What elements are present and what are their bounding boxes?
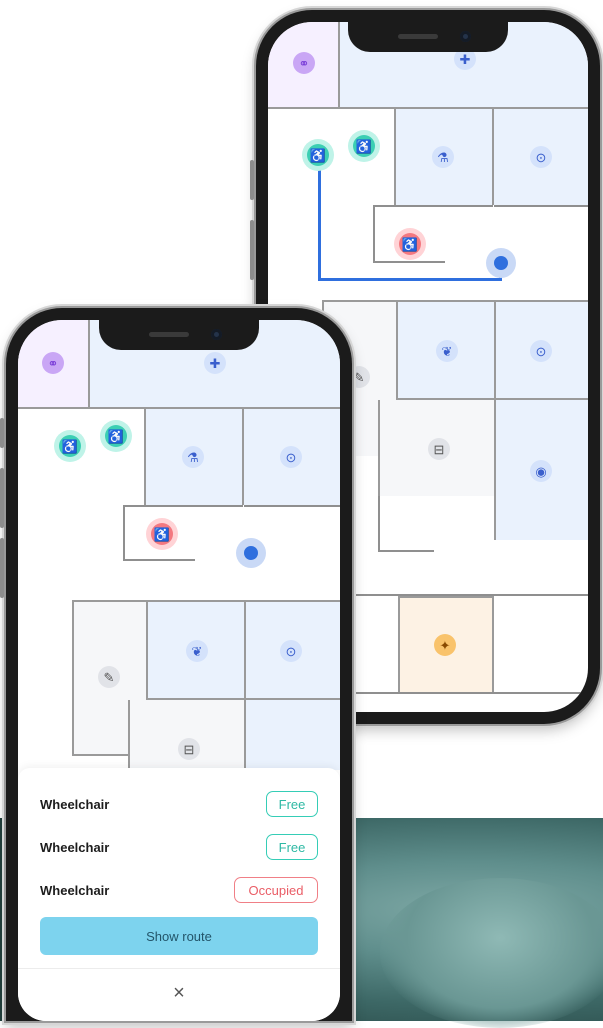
wall (322, 594, 588, 596)
close-icon[interactable]: × (18, 982, 340, 1005)
current-location-icon (486, 248, 516, 278)
wheelchair-icon[interactable]: ♿ (348, 130, 380, 162)
wheelchair-icon[interactable]: ♿ (394, 228, 426, 260)
waiting-room-icon[interactable]: ⊟ (178, 738, 200, 760)
wall (373, 205, 375, 263)
wheelchair-icon[interactable]: ♿ (302, 139, 334, 171)
lab-icon[interactable]: ⚗ (432, 146, 454, 168)
scan-icon[interactable]: ⊙ (530, 146, 552, 168)
restroom-icon[interactable]: ⚭ (42, 352, 64, 374)
reception-desk-icon[interactable]: ✚ (204, 352, 226, 374)
notch (348, 22, 508, 52)
speaker (149, 332, 189, 337)
wall (378, 550, 434, 552)
restroom-icon[interactable]: ⚭ (293, 52, 315, 74)
side-button (250, 220, 254, 280)
divider (18, 968, 340, 969)
item-label: Wheelchair (40, 839, 110, 855)
wall (494, 205, 588, 207)
wall (123, 505, 243, 507)
side-button (0, 468, 4, 528)
status-badge: Free (266, 834, 318, 860)
list-item[interactable]: Wheelchair Free (40, 789, 318, 819)
show-route-button[interactable]: Show route (40, 917, 318, 955)
waiting-room-icon[interactable]: ⊟ (428, 438, 450, 460)
wheelchair-sheet: Wheelchair Free Wheelchair Free Wheelcha… (18, 768, 340, 1021)
scan-icon[interactable]: ⊙ (280, 446, 302, 468)
dental-icon[interactable]: ❦ (436, 340, 458, 362)
wall (244, 505, 340, 507)
item-label: Wheelchair (40, 882, 110, 898)
wall (378, 496, 380, 552)
side-button (250, 160, 254, 200)
cafeteria-icon[interactable]: ✦ (434, 634, 456, 656)
front-screen: ⚭ ✚ ♿ ♿ ♿ ⚗ ⊙ ✎ ❦ ⊙ ⊟ Wheelchair Free Wh… (18, 320, 340, 1021)
front-camera (211, 329, 222, 340)
wheelchair-icon[interactable]: ♿ (146, 518, 178, 550)
eye-icon[interactable]: ◉ (530, 460, 552, 482)
dental-icon[interactable]: ❦ (186, 640, 208, 662)
route-path (318, 156, 321, 281)
wheelchair-icon[interactable]: ♿ (54, 430, 86, 462)
wall (373, 261, 445, 263)
item-label: Wheelchair (40, 796, 110, 812)
side-button (0, 418, 4, 448)
status-badge: Occupied (234, 877, 318, 903)
scan-icon[interactable]: ⊙ (530, 340, 552, 362)
wall (123, 505, 125, 561)
wall (123, 559, 195, 561)
wheelchair-icon[interactable]: ♿ (100, 420, 132, 452)
side-button (0, 538, 4, 598)
list-item[interactable]: Wheelchair Free (40, 832, 318, 862)
list-item[interactable]: Wheelchair Occupied (40, 875, 318, 905)
front-phone: ⚭ ✚ ♿ ♿ ♿ ⚗ ⊙ ✎ ❦ ⊙ ⊟ Wheelchair Free Wh… (0, 308, 352, 1021)
room-eye[interactable] (244, 700, 340, 770)
front-camera (460, 31, 471, 42)
status-badge: Free (266, 791, 318, 817)
scan-icon[interactable]: ⊙ (280, 640, 302, 662)
background-fabric (380, 878, 603, 1028)
speaker (398, 34, 438, 39)
wall (322, 692, 588, 694)
notch (99, 320, 259, 350)
lab-icon[interactable]: ⚗ (182, 446, 204, 468)
wall (373, 205, 493, 207)
xray-icon[interactable]: ✎ (98, 666, 120, 688)
current-location-icon (236, 538, 266, 568)
route-path (318, 278, 502, 281)
